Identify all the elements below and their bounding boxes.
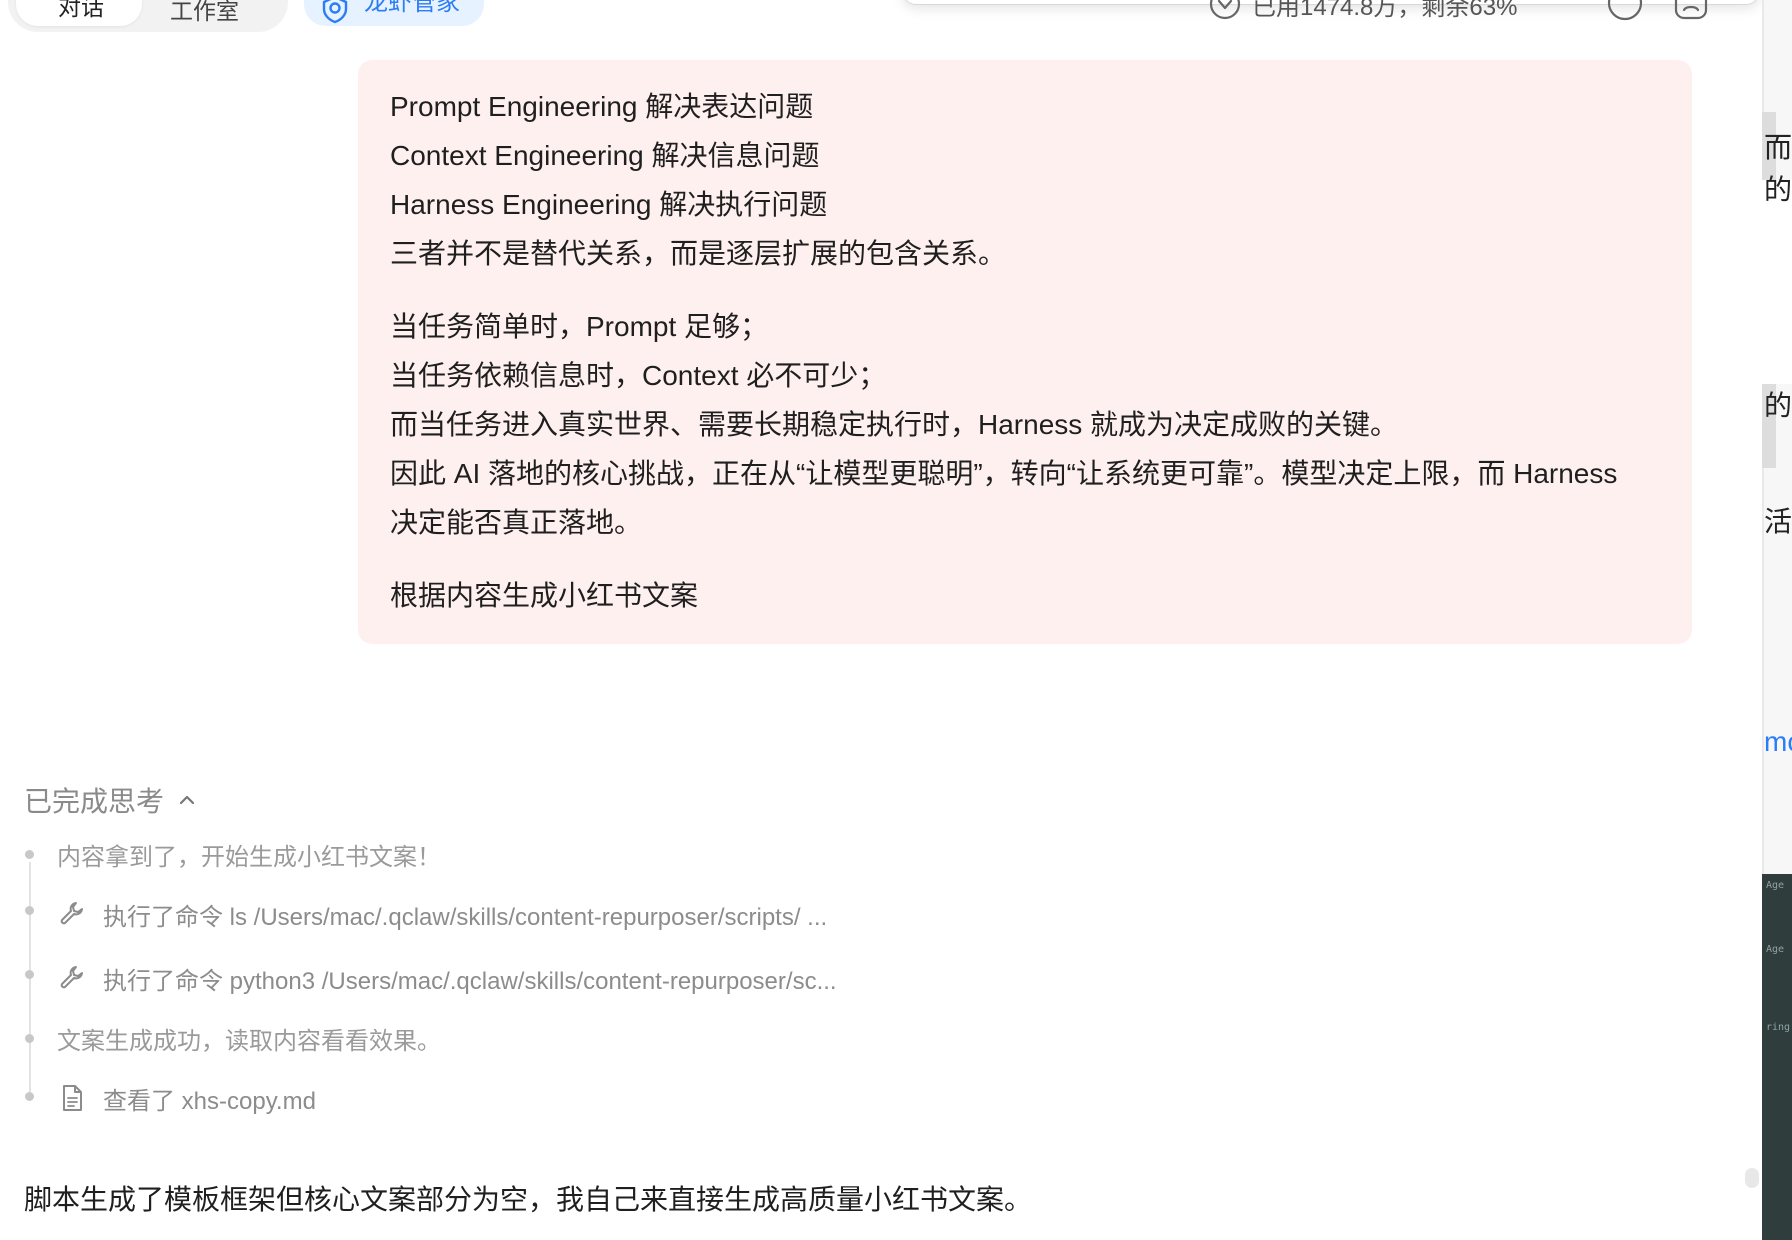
message-line: 因此 AI 落地的核心挑战，正在从“让模型更聪明”，转向“让系统更可靠”。模型决…: [390, 458, 1618, 489]
timeline-dot: [25, 1092, 34, 1101]
usage-download-icon: [1209, 0, 1241, 20]
chevron-up-icon: [179, 795, 195, 805]
side-panel-edge: 而是 的 的改 活话 mc Age Age ring: [1762, 0, 1792, 1240]
side-text-fragment: 的: [1764, 174, 1792, 205]
side-text-fragment: 活话: [1764, 506, 1792, 537]
message-line: 而当任务进入真实世界、需要长期稳定执行时，Harness 就成为决定成败的关键。: [390, 409, 1399, 440]
side-code-text: Age: [1766, 944, 1785, 955]
tab-studio[interactable]: 工作室: [170, 0, 239, 26]
thinking-step: 内容拿到了，开始生成小红书文案！: [57, 836, 441, 872]
timeline-dot: [25, 906, 34, 915]
lobster-shield-icon: [322, 0, 348, 24]
help-icon[interactable]: [1606, 0, 1644, 22]
side-code-text: Age: [1766, 880, 1785, 891]
thinking-step: 文案生成成功，读取内容看看效果。: [57, 1020, 441, 1056]
side-text-fragment: 而是: [1764, 132, 1792, 163]
side-text-fragment: 的改: [1764, 390, 1792, 421]
timeline-dot: [25, 1034, 34, 1043]
wrench-icon: [60, 966, 83, 989]
file-view-step[interactable]: 查看了 xhs-copy.md: [57, 1080, 316, 1116]
tool-call-text: 执行了命令 python3 /Users/mac/.qclaw/skills/c…: [103, 967, 837, 995]
thinking-toggle[interactable]: 已完成思考: [24, 780, 198, 820]
thinking-step-text: 文案生成成功，读取内容看看效果。: [57, 1027, 441, 1055]
message-line: 根据内容生成小红书文案: [390, 580, 699, 611]
message-line: Prompt Engineering 解决表达问题: [390, 91, 814, 122]
message-line: 决定能否真正落地。: [390, 507, 643, 538]
account-icon[interactable]: [1672, 0, 1710, 22]
thinking-step-text: 内容拿到了，开始生成小红书文案！: [57, 843, 441, 871]
side-panel-card: [1762, 180, 1792, 384]
message-line: 当任务依赖信息时，Context 必不可少；: [390, 360, 887, 391]
lobster-manager-button[interactable]: 龙虾管家: [304, 0, 484, 26]
document-icon: [63, 1085, 82, 1111]
scrollbar-thumb[interactable]: [1745, 1168, 1759, 1188]
tool-call-text: 执行了命令 ls /Users/mac/.qclaw/skills/conten…: [103, 903, 828, 931]
side-code-text: ring: [1766, 1022, 1791, 1033]
tool-call-step[interactable]: 执行了命令 ls /Users/mac/.qclaw/skills/conten…: [57, 896, 827, 932]
message-line: Context Engineering 解决信息问题: [390, 140, 820, 171]
message-line: 当任务简单时，Prompt 足够；: [390, 311, 769, 342]
message-line: 三者并不是替代关系，而是逐层扩展的包含关系。: [390, 238, 1007, 269]
assistant-reply-text: 脚本生成了模板框架但核心文案部分为空，我自己来直接生成高质量小红书文案。: [24, 1184, 1033, 1215]
side-link-fragment[interactable]: mc: [1764, 726, 1792, 758]
side-code-preview: Age Age ring: [1762, 874, 1792, 1240]
usage-text: 已用1474.8万，剩余63%: [1252, 0, 1518, 21]
tool-call-step[interactable]: 执行了命令 python3 /Users/mac/.qclaw/skills/c…: [57, 960, 837, 996]
timeline-dot: [25, 850, 34, 859]
wrench-icon: [60, 902, 83, 925]
file-view-text: 查看了 xhs-copy.md: [103, 1087, 316, 1115]
lobster-manager-label: 龙虾管家: [364, 0, 460, 16]
tab-chat[interactable]: 对话: [16, 0, 142, 26]
message-line: Harness Engineering 解决执行问题: [390, 189, 828, 220]
usage-indicator[interactable]: 已用1474.8万，剩余63%: [1208, 0, 1517, 22]
tab-chat-label: 对话: [58, 0, 104, 20]
timeline-dot: [25, 970, 34, 979]
thinking-header-label: 已完成思考: [24, 786, 165, 817]
